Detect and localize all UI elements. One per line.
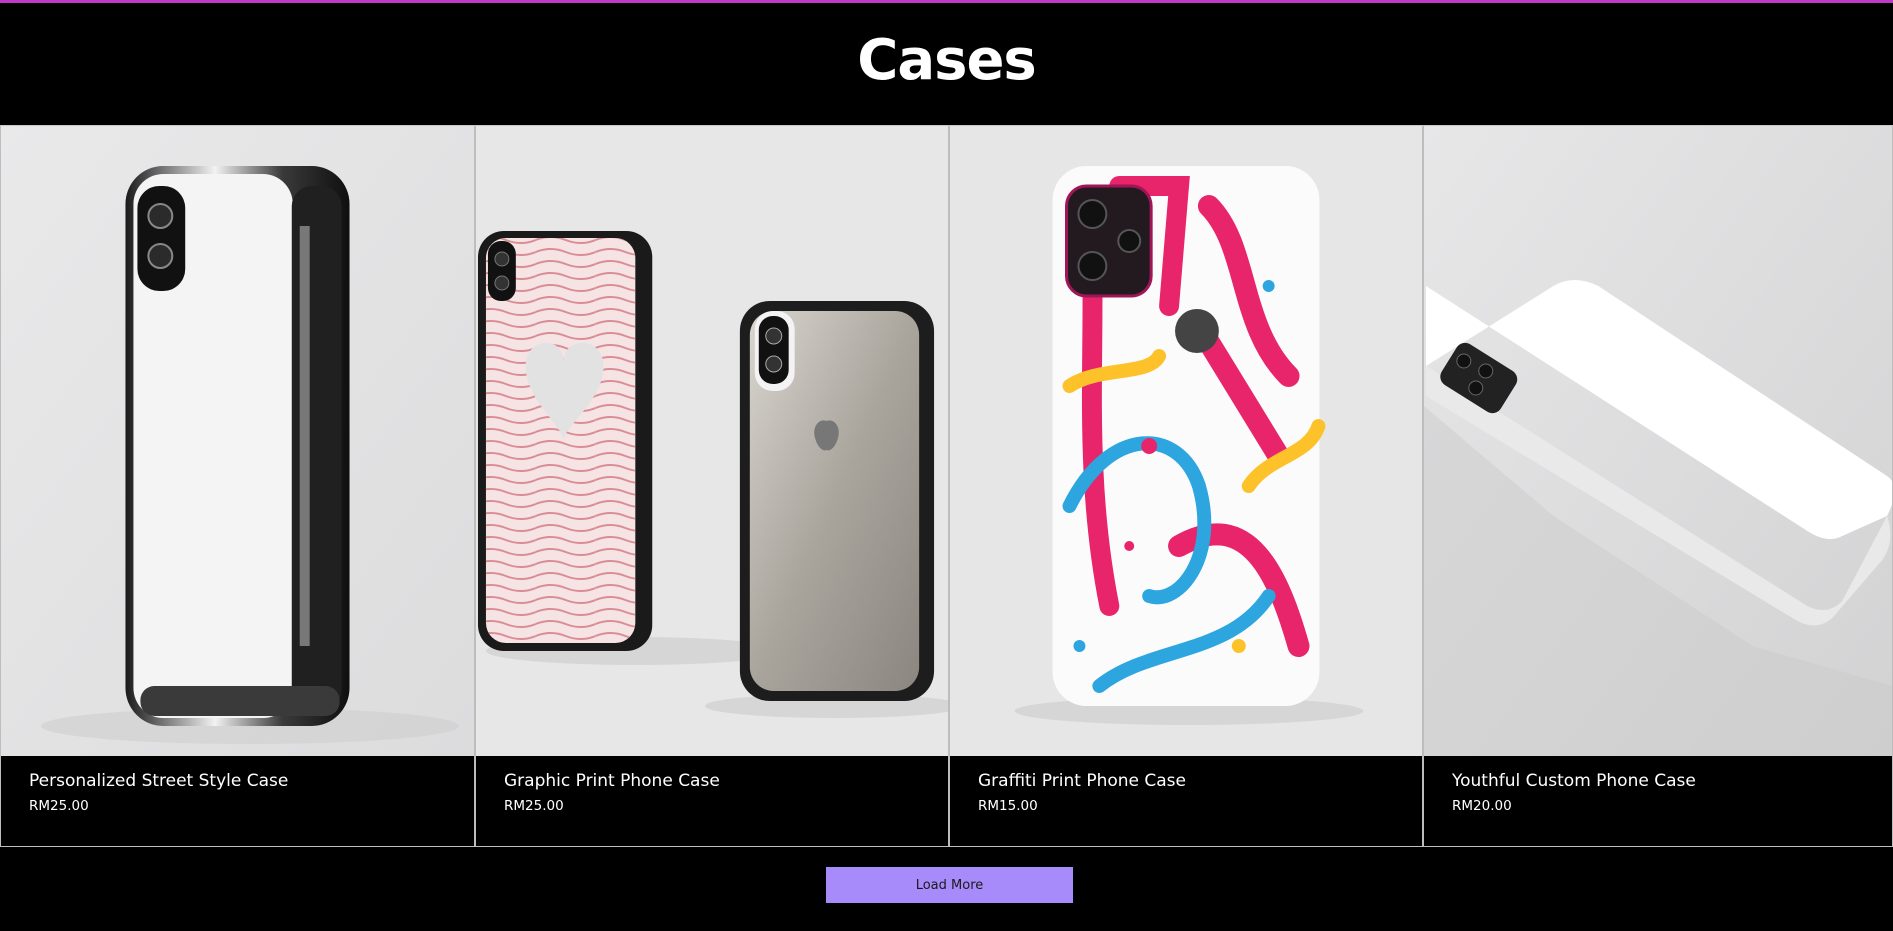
product-grid: Personalized Street Style Case RM25.00 G… — [0, 125, 1893, 847]
product-price: RM25.00 — [29, 798, 89, 814]
product-image[interactable] — [950, 126, 1422, 756]
product-name[interactable]: Graphic Print Phone Case — [504, 771, 720, 791]
product-image[interactable] — [1, 126, 474, 756]
product-image[interactable] — [1424, 126, 1892, 756]
load-more-button[interactable]: Load More — [826, 867, 1073, 903]
product-price: RM15.00 — [978, 798, 1038, 814]
top-accent-bar — [0, 0, 1893, 3]
product-name[interactable]: Youthful Custom Phone Case — [1452, 771, 1696, 791]
product-image[interactable] — [476, 126, 948, 756]
product-name[interactable]: Personalized Street Style Case — [29, 771, 288, 791]
product-price: RM20.00 — [1452, 798, 1512, 814]
page-title: Cases — [857, 28, 1037, 93]
product-card[interactable]: Graffiti Print Phone Case RM15.00 — [949, 126, 1423, 847]
product-card[interactable]: Graphic Print Phone Case RM25.00 — [475, 126, 949, 847]
product-price: RM25.00 — [504, 798, 564, 814]
product-card[interactable]: Personalized Street Style Case RM25.00 — [0, 126, 475, 847]
product-card[interactable]: Youthful Custom Phone Case RM20.00 — [1423, 126, 1893, 847]
product-name[interactable]: Graffiti Print Phone Case — [978, 771, 1186, 791]
